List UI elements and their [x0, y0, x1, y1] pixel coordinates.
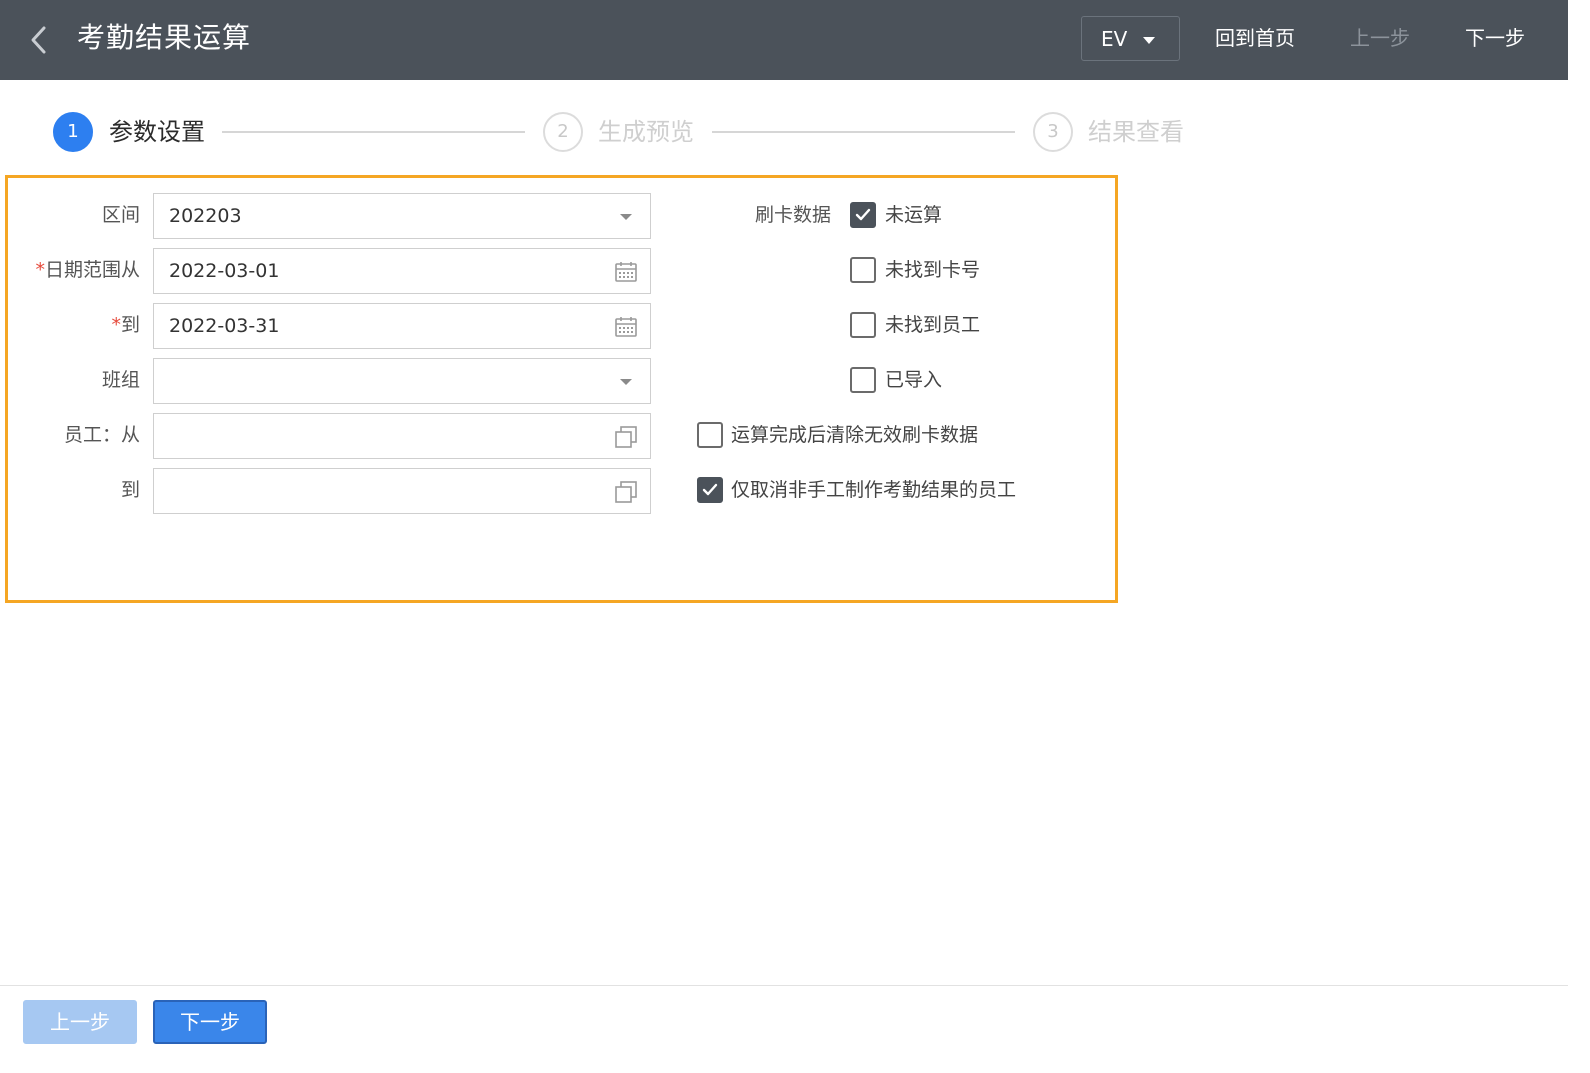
- home-link[interactable]: 回到首页: [1215, 24, 1295, 52]
- step-3-number: 3: [1033, 112, 1073, 152]
- header-next-step[interactable]: 下一步: [1465, 24, 1525, 52]
- env-select-value: EV: [1101, 27, 1128, 51]
- date-from-input[interactable]: 2022-03-01: [153, 248, 651, 294]
- lookup-icon[interactable]: [613, 424, 639, 450]
- date-from-value: 2022-03-01: [169, 260, 280, 282]
- step-2-number: 2: [543, 112, 583, 152]
- page-title: 考勤结果运算: [77, 21, 252, 54]
- caret-down-icon: [1143, 37, 1155, 44]
- calendar-icon[interactable]: [613, 259, 639, 285]
- back-button[interactable]: [22, 22, 56, 58]
- caret-down-icon: [620, 214, 632, 220]
- calendar-icon[interactable]: [613, 314, 639, 340]
- chevron-left-icon: [31, 26, 46, 54]
- top-header: 考勤结果运算 EV 回到首页 上一步 下一步: [0, 0, 1568, 80]
- footer-divider: [0, 985, 1568, 986]
- date-to-value: 2022-03-31: [169, 315, 280, 337]
- step-connector: [712, 131, 1015, 133]
- step-1-number: 1: [53, 112, 93, 152]
- card-imported-checkbox[interactable]: [850, 367, 876, 393]
- card-uncomputed-label[interactable]: 未运算: [885, 202, 942, 228]
- period-label: 区间: [101, 204, 140, 226]
- period-value: 202203: [169, 205, 242, 227]
- only-non-manual-checkbox[interactable]: [697, 477, 723, 503]
- date-to-label: *到: [111, 314, 140, 336]
- card-uncomputed-checkbox[interactable]: [850, 202, 876, 228]
- clear-invalid-checkbox[interactable]: [697, 422, 723, 448]
- employee-from-label: 员工：从: [63, 424, 140, 446]
- card-no-cardno-label[interactable]: 未找到卡号: [885, 257, 980, 283]
- card-imported-label[interactable]: 已导入: [885, 367, 942, 393]
- header-prev-step[interactable]: 上一步: [1350, 24, 1410, 52]
- step-connector: [222, 131, 525, 133]
- employee-to-input[interactable]: [153, 468, 651, 514]
- team-label: 班组: [101, 369, 140, 391]
- prev-step-button[interactable]: 上一步: [23, 1000, 137, 1044]
- checkmark-icon: [855, 208, 871, 221]
- next-step-button[interactable]: 下一步: [153, 1000, 267, 1044]
- card-no-employee-checkbox[interactable]: [850, 312, 876, 338]
- employee-from-input[interactable]: [153, 413, 651, 459]
- caret-down-icon: [620, 379, 632, 385]
- checkmark-icon: [702, 483, 718, 496]
- step-1-label: 参数设置: [109, 118, 205, 146]
- step-3-label: 结果查看: [1088, 118, 1184, 146]
- card-data-label: 刷卡数据: [755, 204, 832, 226]
- date-to-input[interactable]: 2022-03-31: [153, 303, 651, 349]
- step-2-label: 生成预览: [598, 118, 694, 146]
- only-non-manual-label[interactable]: 仅取消非手工制作考勤结果的员工: [731, 477, 1016, 503]
- date-from-label: *日期范围从: [35, 259, 140, 281]
- card-no-employee-label[interactable]: 未找到员工: [885, 312, 980, 338]
- team-select[interactable]: [153, 358, 651, 404]
- card-no-cardno-checkbox[interactable]: [850, 257, 876, 283]
- env-select[interactable]: EV: [1081, 16, 1180, 61]
- employee-to-label: 到: [120, 479, 140, 501]
- lookup-icon[interactable]: [613, 479, 639, 505]
- clear-invalid-label[interactable]: 运算完成后清除无效刷卡数据: [731, 422, 978, 448]
- period-select[interactable]: 202203: [153, 193, 651, 239]
